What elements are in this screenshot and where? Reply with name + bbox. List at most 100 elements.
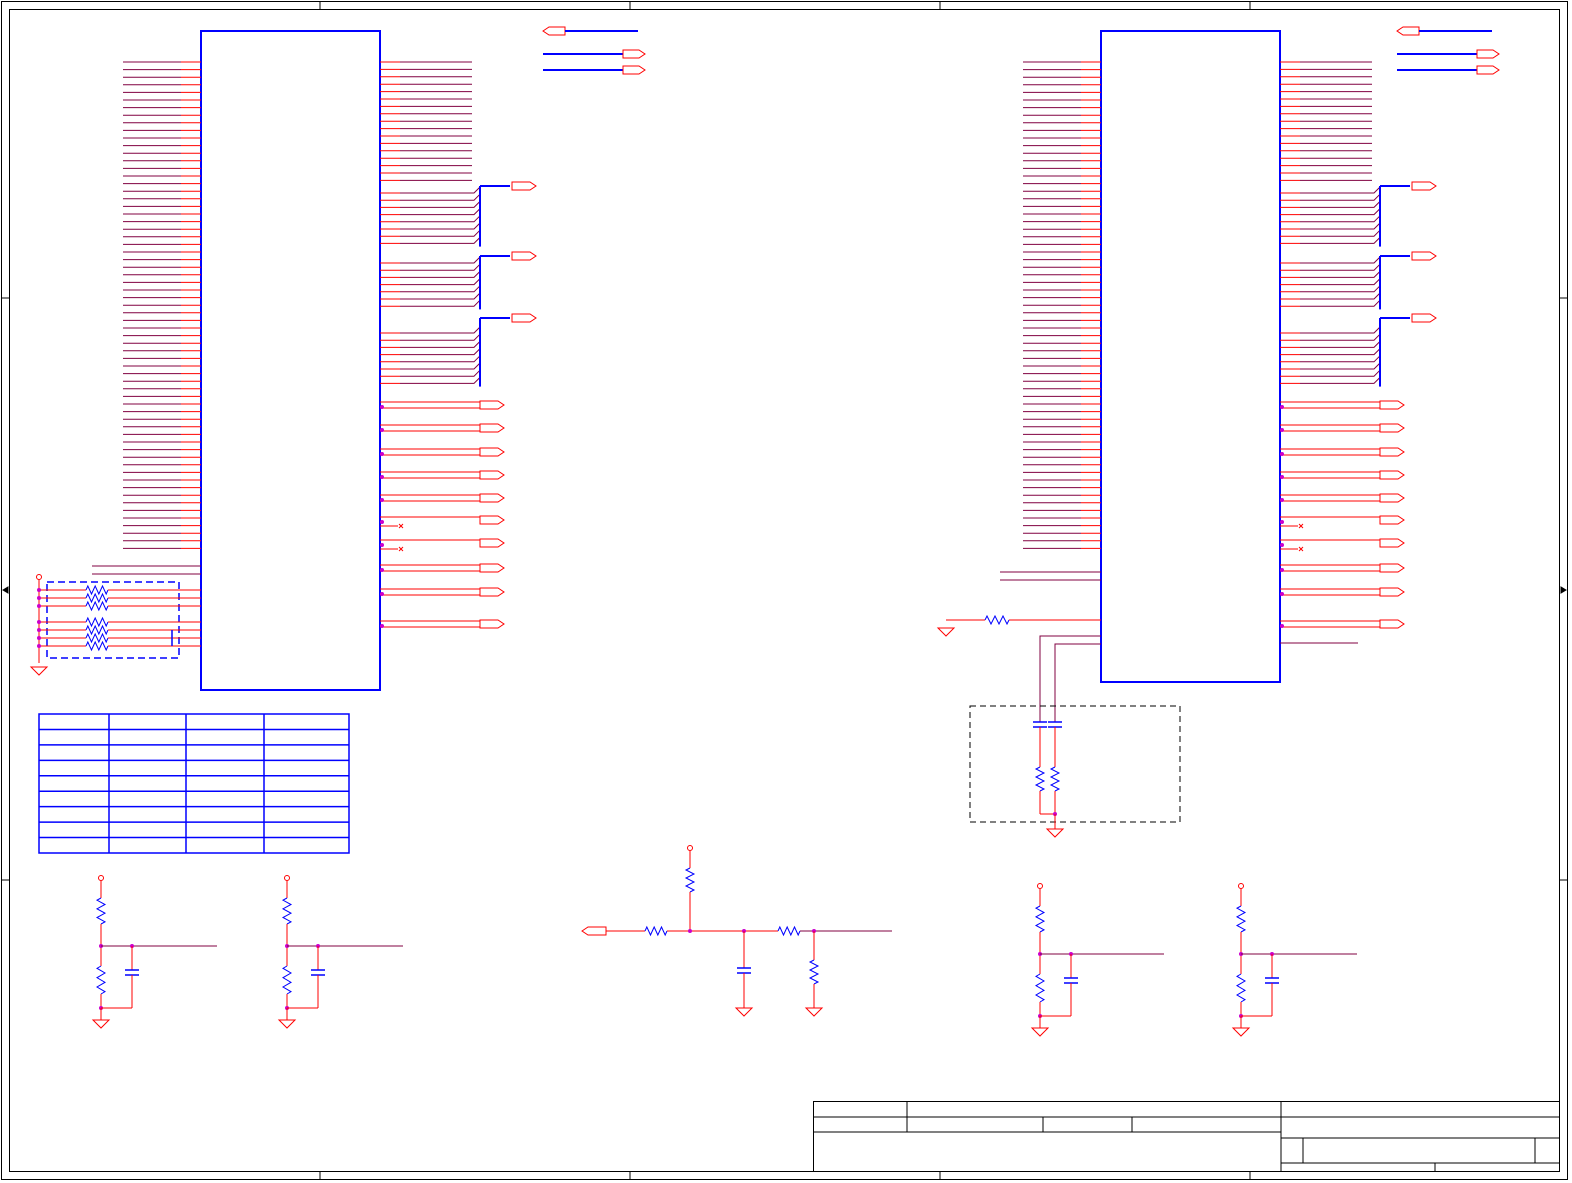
- offpage-connector-icon: [1411, 251, 1437, 261]
- bus-entry: [1300, 201, 1381, 208]
- junction-dot: [1280, 405, 1284, 409]
- resistor-icon: [85, 600, 109, 612]
- right-chip-block: [936, 26, 1500, 722]
- offpage-connector-icon: [1379, 470, 1405, 480]
- bus-entry: [1300, 299, 1381, 307]
- bus-entry: [400, 285, 481, 293]
- offpage-connector-icon: [1379, 447, 1405, 457]
- bus-entry: [1300, 256, 1381, 264]
- bus-entry: [400, 229, 481, 237]
- offpage-connector-icon: [479, 400, 505, 410]
- offpage-connector-icon: [542, 26, 566, 36]
- power-icon: [1037, 883, 1043, 889]
- ic-body: [1100, 30, 1281, 683]
- bus-entry: [1300, 362, 1381, 370]
- junction-dot: [380, 592, 384, 596]
- bus-entry: [400, 193, 481, 201]
- schematic-sheet: [1, 1, 1568, 1180]
- bus-entry: [400, 333, 481, 341]
- junction-dot: [380, 475, 384, 479]
- junction-dot: [1280, 520, 1284, 524]
- junction-dot: [37, 628, 41, 632]
- zone-arrow: [2, 586, 9, 594]
- offpage-connector-icon: [1476, 49, 1500, 59]
- ground-icon: [29, 666, 49, 676]
- pin-net: [1054, 643, 1101, 722]
- resistor-icon: [85, 640, 109, 652]
- bus-entry: [1300, 355, 1381, 363]
- offpage-connector-icon: [479, 538, 505, 548]
- resistor-icon: [85, 592, 109, 604]
- junction-dot: [380, 428, 384, 432]
- offpage-connector-icon: [1411, 313, 1437, 323]
- bus-entry: [400, 377, 481, 384]
- bus-entry: [1300, 369, 1381, 377]
- junction-dot: [37, 588, 41, 592]
- junction-dot: [1280, 498, 1284, 502]
- resistor-icon: [96, 965, 106, 995]
- offpage-connector-icon: [1379, 587, 1405, 597]
- ground-icon: [936, 627, 956, 637]
- resistor-icon: [282, 965, 292, 995]
- offpage-connector-icon: [479, 515, 505, 525]
- bus-entry: [1300, 341, 1381, 348]
- offpage-connector-icon: [622, 49, 646, 59]
- bus-entry: [1300, 271, 1381, 278]
- bus-entry: [400, 348, 481, 356]
- bus-entry: [400, 326, 481, 334]
- bus-entry: [400, 186, 481, 194]
- resistor-icon: [95, 897, 107, 925]
- offpage-connector-icon: [1379, 515, 1405, 525]
- junction-dot: [380, 452, 384, 456]
- ground-icon: [91, 1019, 111, 1029]
- pin-net: [1039, 635, 1101, 722]
- offpage-connector-icon: [1379, 619, 1405, 629]
- junction-dot: [380, 543, 384, 547]
- ground-icon: [1030, 1027, 1050, 1037]
- offpage-connector-icon: [1379, 493, 1405, 503]
- resistor-icon: [85, 632, 109, 644]
- bus-entry: [400, 263, 481, 271]
- resistor-icon: [1235, 905, 1247, 933]
- rc-network-box: [969, 705, 1181, 838]
- bus-entry: [400, 256, 481, 264]
- title-block: [813, 1101, 1560, 1172]
- bus-entry: [1300, 292, 1381, 300]
- power-icon: [98, 875, 104, 881]
- resistor-icon: [777, 925, 801, 937]
- resistor-icon: [85, 584, 109, 596]
- junction-dot: [380, 498, 384, 502]
- bus-entry: [400, 201, 481, 208]
- bus-entry: [1300, 229, 1381, 237]
- resistor-icon: [808, 959, 820, 985]
- junction-dot: [1280, 624, 1284, 628]
- junction-dot: [1280, 452, 1284, 456]
- junction-dot: [37, 620, 41, 624]
- offpage-connector-icon: [1379, 423, 1405, 433]
- junction-dot: [37, 644, 41, 648]
- offpage-connector-icon: [479, 587, 505, 597]
- bus-entry: [400, 222, 481, 230]
- junction-dot: [37, 636, 41, 640]
- bus-entry: [1300, 215, 1381, 223]
- offpage-connector-icon: [479, 563, 505, 573]
- offpage-connector-icon: [1379, 538, 1405, 548]
- bus-entry: [1300, 333, 1381, 341]
- offpage-connector-icon: [1476, 65, 1500, 75]
- bus-entry: [400, 341, 481, 348]
- power-icon: [687, 845, 693, 851]
- ground-icon: [804, 1007, 824, 1017]
- offpage-connector-icon: [1379, 400, 1405, 410]
- inner-frame: [9, 9, 1560, 1172]
- bus-entry: [400, 215, 481, 223]
- offpage-connector-icon: [479, 423, 505, 433]
- bus-entry: [400, 278, 481, 286]
- bus-entry: [1300, 278, 1381, 286]
- ground-icon: [1231, 1027, 1251, 1037]
- offpage-connector-icon: [479, 619, 505, 629]
- bus-entry: [1300, 326, 1381, 334]
- zone-arrow: [1560, 586, 1567, 594]
- junction-dot: [688, 929, 692, 933]
- offpage-connector-icon: [479, 447, 505, 457]
- junction-dot: [1280, 428, 1284, 432]
